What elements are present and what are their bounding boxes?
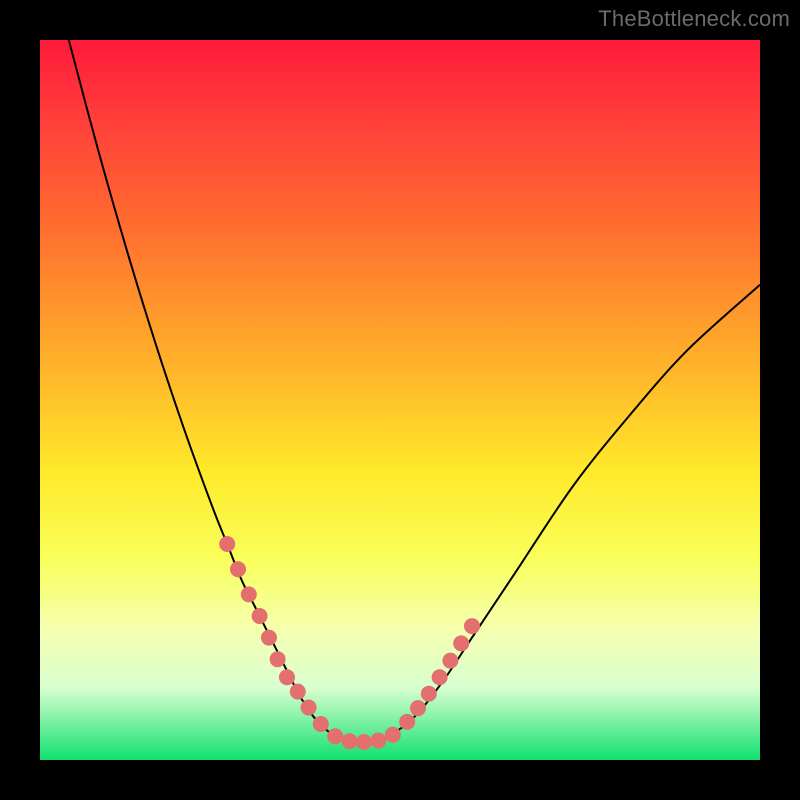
curve-marker xyxy=(442,653,458,669)
curve-marker xyxy=(313,716,329,732)
curve-marker xyxy=(270,651,286,667)
curve-marker xyxy=(464,618,480,634)
curve-marker xyxy=(432,669,448,685)
curve-marker xyxy=(356,734,372,750)
curve-marker xyxy=(370,733,386,749)
curve-marker xyxy=(399,714,415,730)
curve-marker xyxy=(252,608,268,624)
canvas: TheBottleneck.com xyxy=(0,0,800,800)
curve-marker xyxy=(279,669,295,685)
curve-marker xyxy=(410,700,426,716)
curve-marker xyxy=(327,728,343,744)
curve-marker xyxy=(261,630,277,646)
curve-marker xyxy=(219,536,235,552)
curve-marker xyxy=(421,686,437,702)
chart-svg xyxy=(40,40,760,760)
curve-marker xyxy=(385,727,401,743)
bottleneck-curve xyxy=(69,40,760,742)
curve-marker xyxy=(342,733,358,749)
curve-marker xyxy=(301,699,317,715)
curve-marker xyxy=(290,684,306,700)
plot-area xyxy=(40,40,760,760)
attribution-label: TheBottleneck.com xyxy=(598,6,790,32)
curve-marker xyxy=(453,635,469,651)
curve-marker xyxy=(241,586,257,602)
curve-markers xyxy=(219,536,480,750)
curve-marker xyxy=(230,561,246,577)
